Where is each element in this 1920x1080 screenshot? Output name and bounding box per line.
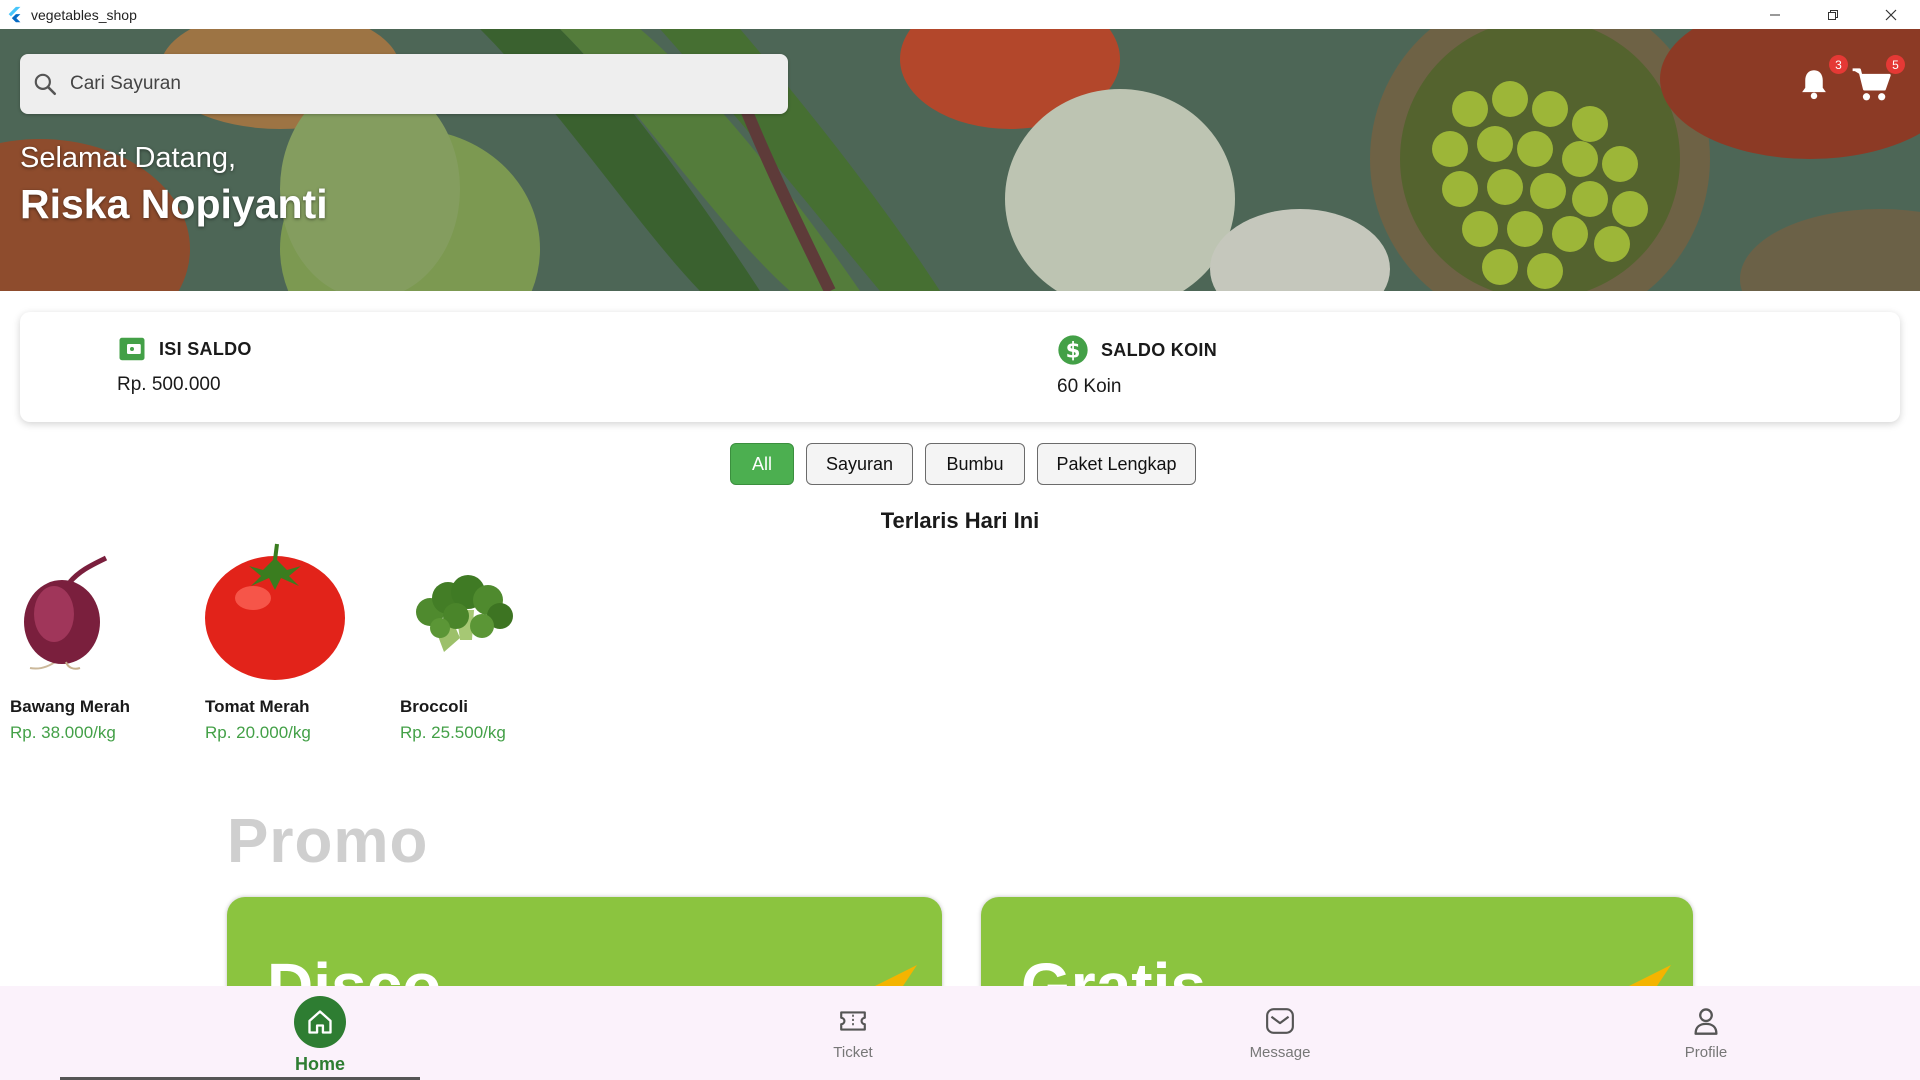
- product-price: Rp. 38.000/kg: [10, 723, 116, 742]
- coin-value: 60 Koin: [1057, 376, 1122, 397]
- product-price: Rp. 20.000/kg: [205, 723, 311, 742]
- search-bar[interactable]: Cari Sayuran: [20, 54, 788, 114]
- minimize-button[interactable]: [1746, 0, 1804, 29]
- profile-icon: [1694, 1008, 1718, 1035]
- restore-button[interactable]: [1804, 0, 1862, 29]
- nav-ticket-label: Ticket: [833, 1044, 873, 1061]
- broccoli-image: [416, 575, 513, 652]
- product-card[interactable]: Broccoli Rp. 25.500/kg: [400, 540, 580, 743]
- category-filter: All Sayuran Bumbu Paket Lengkap: [730, 443, 1208, 485]
- balance-card: ISI SALDO Rp. 500.000 $ SALDO KOIN 60 Ko…: [20, 312, 1900, 422]
- restore-icon: [1828, 9, 1838, 20]
- window-title: vegetables_shop: [31, 6, 137, 23]
- wallet-icon: [119, 337, 145, 361]
- topup-value: Rp. 500.000: [117, 374, 221, 395]
- product-card[interactable]: Tomat Merah Rp. 20.000/kg: [205, 540, 385, 743]
- notification-bell-icon[interactable]: [1799, 67, 1829, 101]
- nav-profile-label: Profile: [1684, 1044, 1728, 1061]
- ticket-icon: [840, 1011, 866, 1031]
- flutter-app-icon: [8, 6, 21, 22]
- message-icon: [1266, 1008, 1294, 1034]
- search-placeholder: Cari Sayuran: [70, 73, 181, 94]
- product-price: Rp. 25.500/kg: [400, 723, 506, 742]
- home-icon: [308, 1010, 332, 1034]
- product-name: Tomat Merah: [205, 697, 310, 716]
- minimize-icon: [1770, 14, 1780, 15]
- coin-label: SALDO KOIN: [1101, 339, 1218, 360]
- filter-chip-all[interactable]: All: [730, 443, 794, 485]
- search-icon: [34, 73, 57, 96]
- cart-badge: 5: [1886, 55, 1905, 74]
- tomato-image: [205, 543, 345, 680]
- bestseller-title: Terlaris Hari Ini: [880, 508, 1040, 533]
- hero-banner: Cari Sayuran Selamat Datang, Riska Nopiy…: [0, 29, 1920, 291]
- nav-ticket[interactable]: Ticket: [753, 986, 953, 1080]
- coin-balance[interactable]: $ SALDO KOIN 60 Koin: [1057, 334, 1217, 398]
- topup-label: ISI SALDO: [159, 338, 252, 359]
- product-card[interactable]: Bawang Merah Rp. 38.000/kg: [10, 540, 190, 743]
- bottom-navigation: Home Ticket Message Profile: [0, 986, 1920, 1080]
- product-name: Broccoli: [400, 697, 469, 716]
- close-button[interactable]: [1862, 0, 1920, 29]
- product-name: Bawang Merah: [10, 697, 130, 716]
- filter-chip-bumbu[interactable]: Bumbu: [925, 443, 1025, 485]
- onion-image: [24, 555, 108, 670]
- nav-home[interactable]: Home: [220, 986, 420, 1080]
- filter-chip-sayuran[interactable]: Sayuran: [806, 443, 913, 485]
- nav-message[interactable]: Message: [1180, 986, 1380, 1080]
- topup-balance[interactable]: ISI SALDO Rp. 500.000: [117, 334, 252, 396]
- welcome-text: Selamat Datang,: [20, 142, 237, 174]
- nav-message-label: Message: [1249, 1044, 1311, 1061]
- dollar-coin-icon: $: [1058, 335, 1088, 365]
- svg-text:$: $: [1066, 338, 1081, 363]
- window-titlebar: vegetables_shop: [0, 0, 1920, 29]
- nav-home-label: Home: [294, 1054, 345, 1074]
- notification-badge: 3: [1829, 55, 1848, 74]
- user-name: Riska Nopiyanti: [20, 181, 328, 227]
- close-icon: [1885, 9, 1897, 20]
- filter-chip-paket-lengkap[interactable]: Paket Lengkap: [1037, 443, 1196, 485]
- nav-profile[interactable]: Profile: [1606, 986, 1806, 1080]
- promo-title: Promo: [227, 807, 429, 876]
- shopping-cart-icon[interactable]: [1851, 67, 1893, 103]
- home-icon-container: [294, 996, 346, 1048]
